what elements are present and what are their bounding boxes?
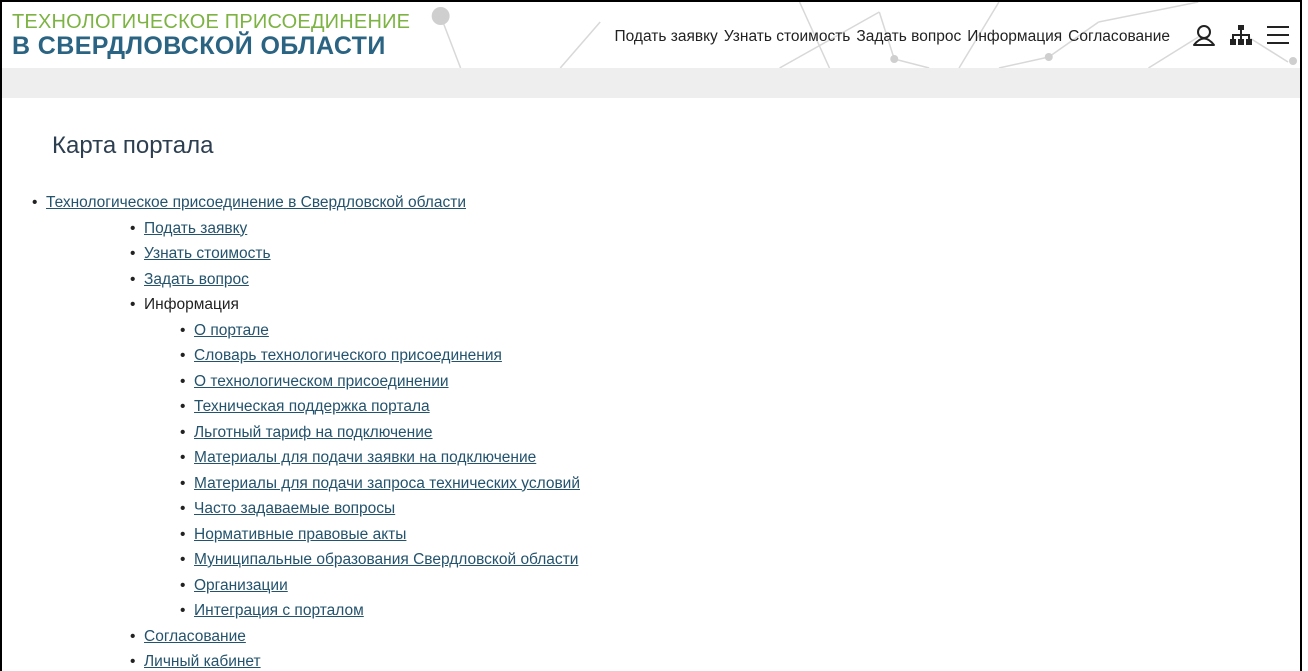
sitemap-link-faq[interactable]: Часто задаваемые вопросы: [194, 500, 395, 517]
sitemap-item: Узнать стоимость: [20, 241, 580, 267]
sitemap-item: Личный кабинет: [20, 649, 580, 671]
sitemap-link-municipalities[interactable]: Муниципальные образования Свердловской о…: [194, 551, 578, 568]
user-icon[interactable]: [1192, 24, 1216, 51]
sitemap-link-personal-account[interactable]: Личный кабинет: [144, 653, 261, 670]
sitemap-item: Нормативные правовые акты: [20, 522, 580, 548]
top-navigation: Подать заявку Узнать стоимость Задать во…: [615, 28, 1170, 46]
nav-find-cost[interactable]: Узнать стоимость: [724, 28, 851, 46]
sitemap-link-ask-question[interactable]: Задать вопрос: [144, 271, 249, 288]
sitemap-link-legal-acts[interactable]: Нормативные правовые акты: [194, 526, 406, 543]
sitemap-label-information: Информация: [144, 296, 239, 313]
sitemap-item: Интеграция с порталом: [20, 598, 580, 624]
page-frame: ТЕХНОЛОГИЧЕСКОЕ ПРИСОЕДИНЕНИЕ В СВЕРДЛОВ…: [0, 0, 1302, 671]
sitemap-link-tech-support[interactable]: Техническая поддержка портала: [194, 398, 430, 415]
logo-top-line: ТЕХНОЛОГИЧЕСКОЕ ПРИСОЕДИНЕНИЕ: [12, 11, 411, 33]
sitemap-link-find-cost[interactable]: Узнать стоимость: [144, 245, 271, 262]
sitemap-item: Техническая поддержка портала: [20, 394, 580, 420]
sitemap-link-tech-conditions-materials[interactable]: Материалы для подачи запроса технических…: [194, 475, 580, 492]
sitemap-item: Согласование: [20, 624, 580, 650]
sitemap-link-about-connection[interactable]: О технологическом присоединении: [194, 373, 449, 390]
sitemap-item: Часто задаваемые вопросы: [20, 496, 580, 522]
header-band: [2, 68, 1300, 98]
sitemap-icon[interactable]: [1230, 25, 1252, 50]
site-header: ТЕХНОЛОГИЧЕСКОЕ ПРИСОЕДИНЕНИЕ В СВЕРДЛОВ…: [2, 2, 1300, 68]
sitemap-link-glossary[interactable]: Словарь технологического присоединения: [194, 347, 502, 364]
sitemap-item: Материалы для подачи запроса технических…: [20, 471, 580, 497]
sitemap-link-application-materials[interactable]: Материалы для подачи заявки на подключен…: [194, 449, 536, 466]
sitemap-item: О технологическом присоединении: [20, 369, 580, 395]
sitemap-link-organizations[interactable]: Организации: [194, 577, 288, 594]
sitemap-item: Муниципальные образования Свердловской о…: [20, 547, 580, 573]
sitemap-link-about-portal[interactable]: О портале: [194, 322, 269, 339]
sitemap-link-preferential-tariff[interactable]: Льготный тариф на подключение: [194, 424, 433, 441]
page-title: Карта портала: [52, 132, 214, 159]
sitemap-item: Словарь технологического присоединения: [20, 343, 580, 369]
sitemap-item: Организации: [20, 573, 580, 599]
sitemap-item: Подать заявку: [20, 216, 580, 242]
sitemap-item-information: Информация: [20, 292, 580, 318]
nav-information[interactable]: Информация: [967, 28, 1062, 46]
site-logo[interactable]: ТЕХНОЛОГИЧЕСКОЕ ПРИСОЕДИНЕНИЕ В СВЕРДЛОВ…: [12, 12, 410, 60]
sitemap-item: Льготный тариф на подключение: [20, 420, 580, 446]
nav-approval[interactable]: Согласование: [1068, 28, 1170, 46]
menu-icon[interactable]: [1266, 24, 1290, 51]
sitemap-link-approval[interactable]: Согласование: [144, 628, 246, 645]
header-icons: [1192, 24, 1290, 51]
sitemap-list: Технологическое присоединение в Свердлов…: [20, 190, 580, 671]
sitemap-item: О портале: [20, 318, 580, 344]
logo-bottom-line: В СВЕРДЛОВСКОЙ ОБЛАСТИ: [12, 32, 386, 60]
sitemap-item: Материалы для подачи заявки на подключен…: [20, 445, 580, 471]
sitemap-link-integration[interactable]: Интеграция с порталом: [194, 602, 364, 619]
sitemap-item-root: Технологическое присоединение в Свердлов…: [20, 190, 580, 216]
sitemap-link-submit-request[interactable]: Подать заявку: [144, 220, 247, 237]
sitemap-link-root[interactable]: Технологическое присоединение в Свердлов…: [46, 194, 466, 211]
nav-ask-question[interactable]: Задать вопрос: [856, 28, 961, 46]
sitemap-item: Задать вопрос: [20, 267, 580, 293]
nav-submit-request[interactable]: Подать заявку: [615, 28, 718, 46]
